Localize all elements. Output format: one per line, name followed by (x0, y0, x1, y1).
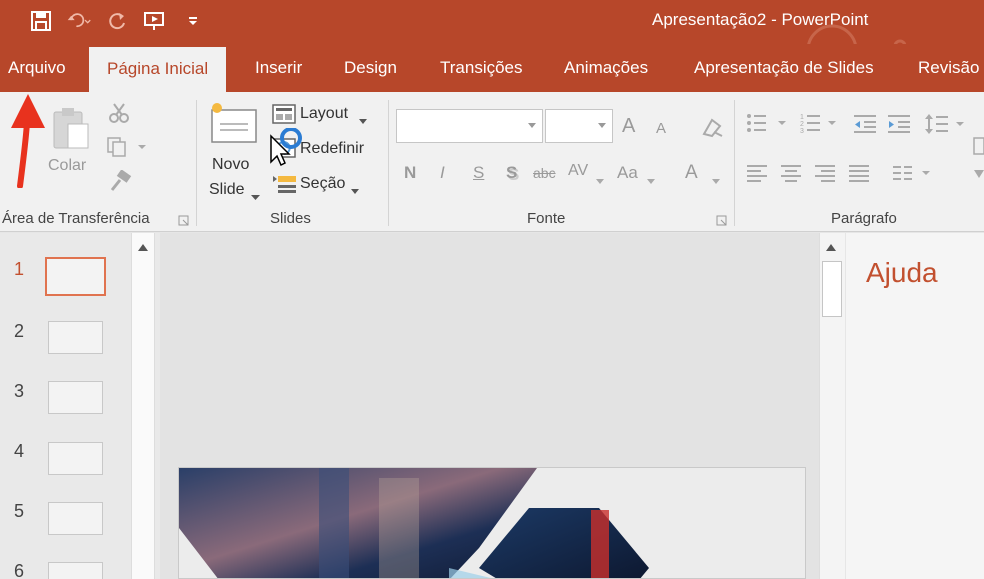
tab-pagina-inicial[interactable]: Página Inicial (89, 47, 227, 92)
tab-apresentacao-de-slides[interactable]: Apresentação de Slides (694, 58, 874, 78)
reset-button[interactable]: Redefinir (300, 140, 364, 158)
chevron-down-icon (528, 123, 536, 128)
separator (388, 100, 389, 226)
italic-button[interactable]: I (440, 163, 445, 183)
annotation-arrow-icon (11, 94, 45, 188)
title-bar: Apresentação2 - PowerPoint (0, 0, 984, 76)
chevron-down-icon (596, 172, 604, 190)
slide-number: 4 (14, 441, 25, 461)
svg-text:2: 2 (800, 121, 804, 128)
redo-icon[interactable] (104, 8, 130, 34)
svg-text:1: 1 (800, 114, 804, 121)
layout-icon[interactable] (272, 104, 296, 129)
clipboard-group-label: Área de Transferência (2, 210, 150, 227)
change-case-button[interactable]: Aa (617, 163, 638, 183)
slide-image (179, 468, 649, 578)
dialog-launcher-icon[interactable] (716, 214, 728, 232)
strikethrough-button[interactable]: abc (533, 165, 556, 181)
help-pane: Ajuda (846, 233, 984, 579)
new-slide-icon[interactable] (208, 100, 258, 149)
slide-thumbnail[interactable] (48, 562, 103, 579)
slide-thumbnail[interactable] (45, 257, 106, 296)
chevron-down-icon (351, 182, 359, 200)
bold-button[interactable]: N (404, 163, 416, 183)
chevron-down-icon (647, 172, 655, 190)
section-button[interactable]: Seção (300, 175, 345, 193)
align-right-icon[interactable] (814, 164, 836, 187)
increase-indent-icon[interactable] (886, 114, 912, 139)
chevron-down-icon (359, 112, 367, 130)
decrease-indent-icon[interactable] (852, 114, 878, 139)
line-spacing-icon[interactable] (924, 112, 968, 141)
tab-transicoes[interactable]: Transições (440, 58, 523, 78)
thumbnail-scrollbar[interactable] (131, 233, 155, 579)
chevron-down-icon (712, 172, 720, 190)
clear-formatting-icon[interactable] (700, 116, 724, 143)
paste-icon (53, 108, 89, 149)
scrollbar-thumb[interactable] (822, 261, 842, 317)
numbering-icon[interactable]: 123 (800, 112, 840, 139)
mouse-cursor-icon (270, 128, 302, 167)
separator (734, 100, 735, 226)
scroll-up-icon[interactable] (132, 237, 154, 257)
new-slide-label-bottom[interactable]: Slide (209, 181, 245, 199)
help-title: Ajuda (866, 257, 938, 288)
shrink-font-button[interactable]: A (656, 120, 666, 137)
bullets-icon[interactable] (746, 112, 792, 139)
paste-button[interactable] (48, 104, 96, 157)
svg-text:3: 3 (800, 128, 804, 134)
tab-design[interactable]: Design (344, 58, 397, 78)
paragraph-group-label: Parágrafo (831, 210, 897, 227)
slide-thumbnail[interactable] (48, 381, 103, 414)
paste-label: Colar (48, 157, 87, 174)
shadow-button[interactable]: S (506, 163, 517, 183)
slide-thumbnail[interactable] (48, 502, 103, 535)
quick-access-toolbar (28, 8, 206, 34)
save-icon[interactable] (28, 8, 54, 34)
format-painter-icon[interactable] (108, 169, 132, 197)
font-size-input[interactable] (545, 109, 613, 143)
underline-button[interactable]: S (473, 163, 484, 183)
align-left-icon[interactable] (746, 164, 768, 187)
grow-font-button[interactable]: A (622, 115, 635, 138)
font-name-input[interactable] (396, 109, 543, 143)
section-icon[interactable] (272, 174, 298, 199)
layout-button[interactable]: Layout (300, 105, 348, 123)
new-slide-label-top[interactable]: Novo (212, 156, 249, 174)
slide-number: 5 (14, 501, 25, 521)
chevron-down-icon (598, 123, 606, 128)
scroll-up-icon[interactable] (820, 237, 842, 257)
current-slide[interactable] (178, 467, 806, 579)
slide-thumbnail[interactable] (48, 321, 103, 354)
character-spacing-button[interactable]: AV (568, 162, 588, 180)
ribbon-tab-row: Arquivo Página Inicial Inserir Design Tr… (0, 44, 984, 92)
font-group-label: Fonte (527, 210, 566, 227)
tab-inserir[interactable]: Inserir (255, 58, 302, 78)
font-color-button[interactable]: A (685, 162, 698, 184)
copy-icon[interactable] (106, 136, 148, 163)
slide-number: 2 (14, 321, 25, 341)
undo-icon[interactable] (66, 8, 92, 34)
slides-group-label: Slides (270, 210, 311, 227)
slide-thumbnail[interactable] (48, 442, 103, 475)
justify-icon[interactable] (848, 164, 870, 187)
customize-qat-icon[interactable] (180, 8, 206, 34)
slide-number: 6 (14, 561, 25, 579)
ribbon: Colar Área de Transferência Novo Slide L… (0, 92, 984, 232)
tab-animacoes[interactable]: Animações (564, 58, 648, 78)
tab-arquivo[interactable]: Arquivo (8, 58, 66, 78)
cut-icon[interactable] (108, 102, 130, 129)
tab-revisao[interactable]: Revisão (918, 58, 979, 78)
text-direction-icon[interactable] (972, 134, 984, 199)
slide-number: 1 (14, 259, 25, 279)
slide-number: 3 (14, 381, 25, 401)
separator (196, 100, 197, 226)
align-center-icon[interactable] (780, 164, 802, 187)
slide-scrollbar[interactable] (819, 233, 845, 579)
chevron-down-icon (251, 188, 260, 206)
dialog-launcher-icon[interactable] (178, 214, 190, 232)
columns-icon[interactable] (892, 164, 934, 187)
start-from-beginning-icon[interactable] (142, 8, 168, 34)
